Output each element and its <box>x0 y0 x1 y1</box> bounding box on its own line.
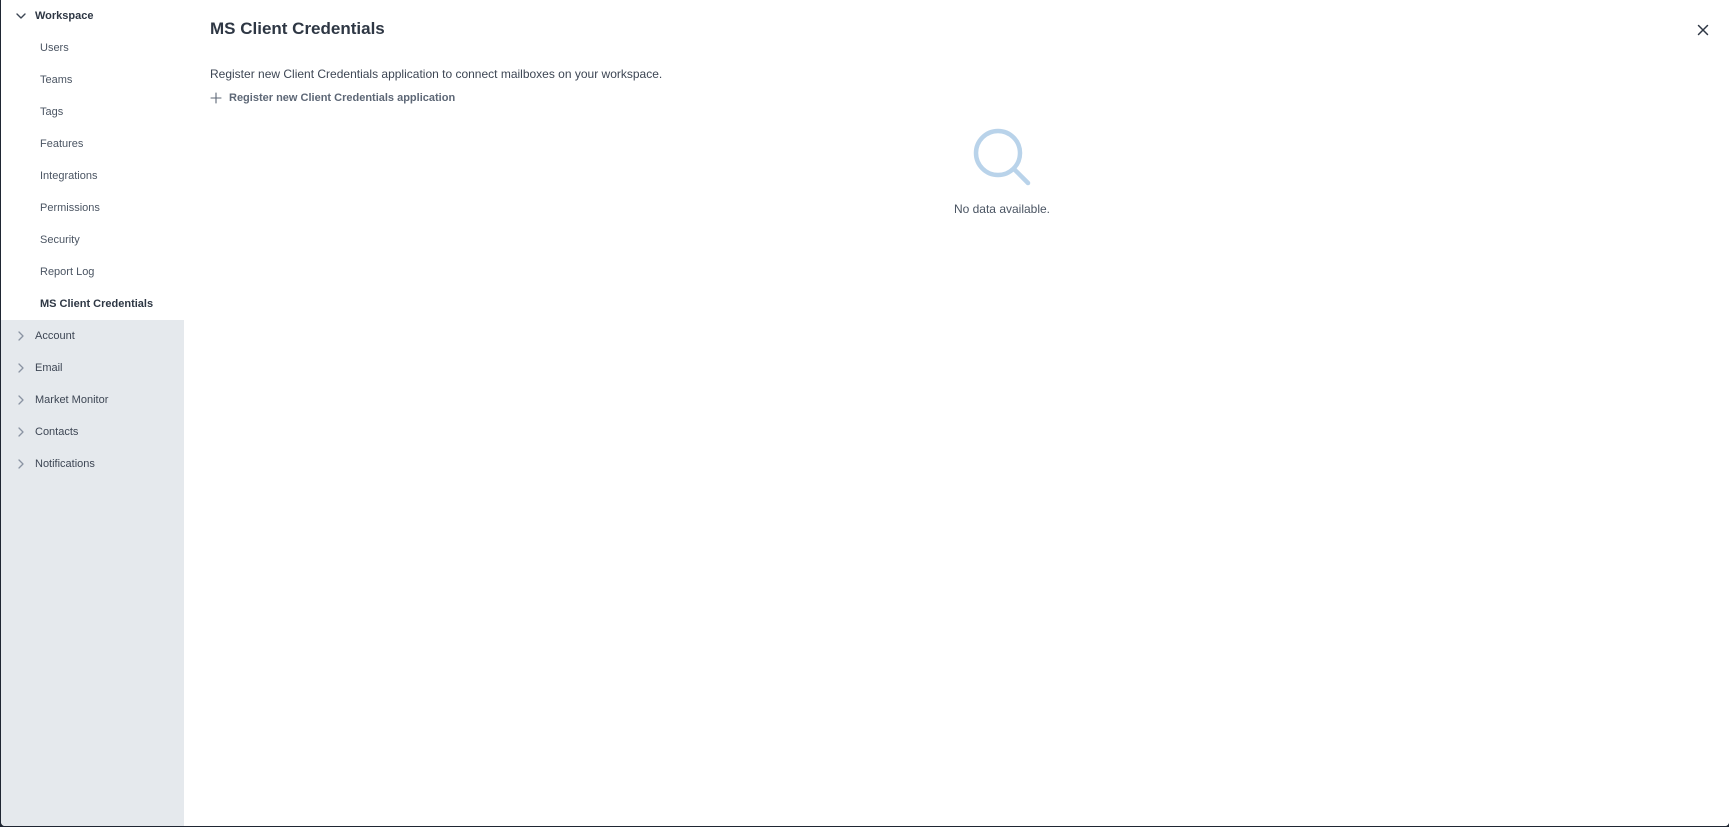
section-label-workspace: Workspace <box>35 10 94 22</box>
chevron-down-icon <box>16 13 26 19</box>
page-description: Register new Client Credentials applicat… <box>210 67 663 81</box>
section-label-email: Email <box>35 362 63 374</box>
sidebar-item-features[interactable]: Features <box>1 128 184 160</box>
search-icon <box>973 128 1031 186</box>
collapsed-sections: Account Email Market Monitor Contacts No… <box>1 320 184 480</box>
section-label-contacts: Contacts <box>35 426 79 438</box>
section-label-account: Account <box>35 330 75 342</box>
chevron-right-icon <box>18 395 24 405</box>
close-button[interactable] <box>1695 22 1711 38</box>
chevron-right-icon <box>18 331 24 341</box>
workspace-section: Workspace Users Teams Tags Features Inte… <box>1 0 184 320</box>
content-panel: MS Client Credentials Register new Clien… <box>184 0 1729 826</box>
close-icon <box>1697 24 1709 36</box>
register-application-button[interactable]: Register new Client Credentials applicat… <box>210 92 455 104</box>
section-header-workspace[interactable]: Workspace <box>1 0 184 32</box>
sidebar-item-tags[interactable]: Tags <box>1 96 184 128</box>
chevron-right-icon <box>18 459 24 469</box>
sidebar-item-users[interactable]: Users <box>1 32 184 64</box>
sidebar-item-ms-client-credentials[interactable]: MS Client Credentials <box>1 288 184 320</box>
register-application-label: Register new Client Credentials applicat… <box>229 92 456 104</box>
sidebar-item-teams[interactable]: Teams <box>1 64 184 96</box>
sidebar-item-security[interactable]: Security <box>1 224 184 256</box>
settings-sidebar: Workspace Users Teams Tags Features Inte… <box>1 0 184 826</box>
section-header-email[interactable]: Email <box>1 352 184 384</box>
section-label-notifications: Notifications <box>35 458 95 470</box>
settings-modal: Workspace Users Teams Tags Features Inte… <box>1 0 1729 826</box>
chevron-right-icon <box>18 427 24 437</box>
sidebar-item-integrations[interactable]: Integrations <box>1 160 184 192</box>
empty-state: No data available. <box>902 126 1102 216</box>
sidebar-item-report-log[interactable]: Report Log <box>1 256 184 288</box>
empty-state-text: No data available. <box>953 202 1051 216</box>
section-header-notifications[interactable]: Notifications <box>1 448 184 480</box>
section-header-account[interactable]: Account <box>1 320 184 352</box>
chevron-right-icon <box>18 363 24 373</box>
sidebar-item-permissions[interactable]: Permissions <box>1 192 184 224</box>
section-label-market-monitor: Market Monitor <box>35 394 109 406</box>
section-header-market-monitor[interactable]: Market Monitor <box>1 384 184 416</box>
section-header-contacts[interactable]: Contacts <box>1 416 184 448</box>
page-title: MS Client Credentials <box>210 19 385 38</box>
plus-icon <box>210 92 222 104</box>
